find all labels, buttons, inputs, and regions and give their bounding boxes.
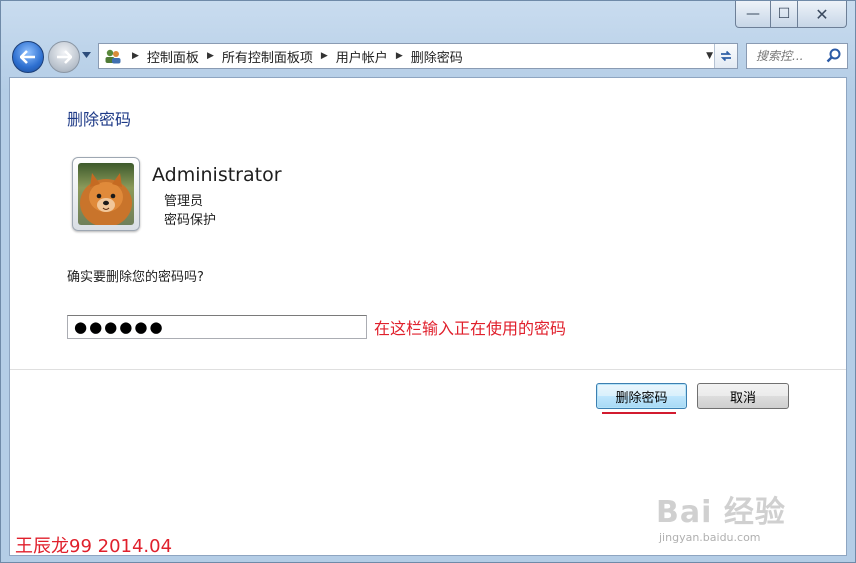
user-avatar — [72, 157, 140, 231]
breadcrumb-control-panel[interactable]: 控制面板 — [147, 47, 199, 66]
baidu-url-text: jingyan.baidu.com — [659, 531, 761, 544]
user-role: 管理员 — [164, 194, 204, 209]
user-name: Administrator — [152, 164, 282, 186]
content-panel: 删除密码 Administrator 管理员 密码保护 确实要删除您的密码吗? — [9, 77, 847, 556]
control-panel-window: — ☐ ✕ ▶ 控制面板 ▶ 所有控制面板项 ▶ 用户帐户 ▶ 删除密码 ▼ 搜… — [0, 0, 856, 563]
author-watermark: 王辰龙99 2014.04 — [15, 536, 173, 557]
breadcrumb-separator-icon[interactable]: ▶ — [321, 51, 328, 61]
window-controls: — ☐ ✕ — [735, 1, 847, 28]
forward-button[interactable] — [48, 41, 80, 73]
breadcrumb-user-accounts[interactable]: 用户帐户 — [336, 47, 388, 66]
recent-pages-dropdown[interactable] — [82, 51, 91, 61]
baidu-watermark: Bai 经验 jingyan.baidu.com — [656, 487, 786, 544]
breadcrumb-separator-icon[interactable]: ▶ — [396, 51, 403, 61]
close-button[interactable]: ✕ — [798, 1, 847, 28]
annotation-note: 在这栏输入正在使用的密码 — [374, 319, 567, 338]
search-input[interactable] — [754, 48, 828, 64]
breadcrumb-remove-password[interactable]: 删除密码 — [411, 47, 463, 66]
users-icon — [105, 49, 121, 64]
divider — [10, 369, 846, 370]
search-icon[interactable] — [825, 47, 843, 65]
back-button[interactable] — [12, 41, 44, 73]
refresh-icon — [720, 50, 732, 62]
baidu-logo-text: Bai 经验 — [656, 495, 786, 530]
chevron-down-icon — [82, 52, 91, 58]
breadcrumb-all-items[interactable]: 所有控制面板项 — [222, 47, 313, 66]
breadcrumb-separator-icon[interactable]: ▶ — [207, 51, 214, 61]
minimize-button[interactable]: — — [735, 1, 771, 28]
dog-photo-image — [78, 163, 134, 225]
cancel-button[interactable]: 取消 — [697, 383, 789, 409]
current-password-input[interactable]: ●●●●●● — [67, 315, 367, 339]
navigation-bar: ▶ 控制面板 ▶ 所有控制面板项 ▶ 用户帐户 ▶ 删除密码 ▼ — [11, 39, 848, 73]
breadcrumb-separator-icon: ▶ — [132, 51, 139, 61]
address-history-dropdown-icon[interactable]: ▼ — [706, 51, 713, 61]
annotation-underline — [602, 412, 676, 414]
confirm-question: 确实要删除您的密码吗? — [67, 270, 204, 285]
remove-password-button[interactable]: 删除密码 — [596, 383, 687, 409]
page-title: 删除密码 — [67, 110, 132, 129]
search-box[interactable] — [746, 43, 848, 69]
arrow-left-icon — [20, 50, 35, 64]
address-bar[interactable]: ▶ 控制面板 ▶ 所有控制面板项 ▶ 用户帐户 ▶ 删除密码 ▼ — [98, 43, 738, 69]
maximize-button[interactable]: ☐ — [771, 1, 798, 28]
breadcrumb: ▶ 控制面板 ▶ 所有控制面板项 ▶ 用户帐户 ▶ 删除密码 — [128, 47, 463, 66]
arrow-right-icon — [57, 50, 72, 64]
refresh-button[interactable] — [714, 44, 737, 68]
password-status: 密码保护 — [164, 213, 217, 228]
